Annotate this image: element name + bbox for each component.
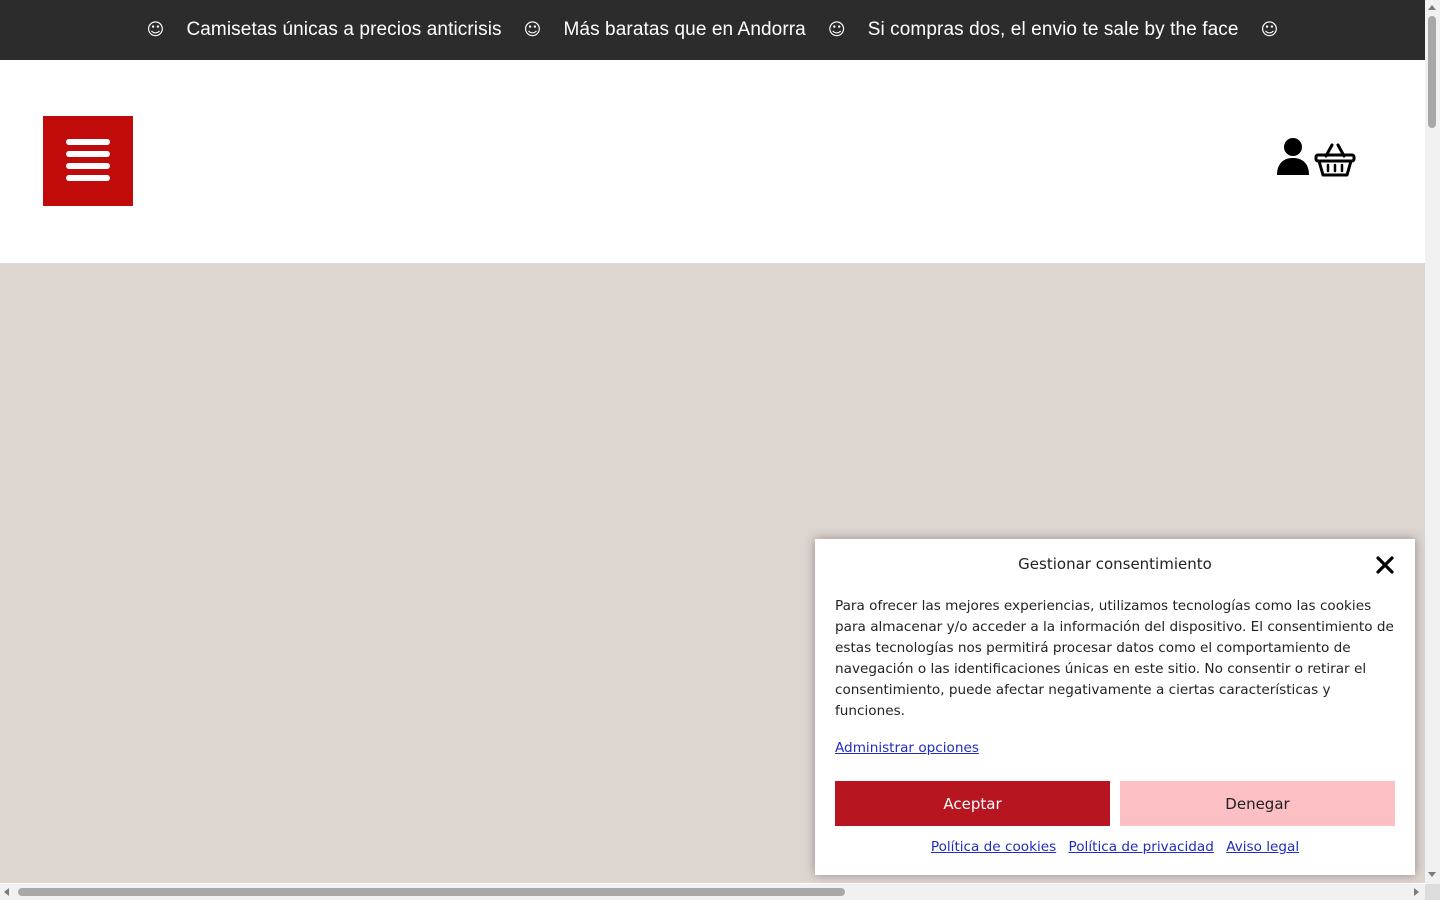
scroll-left-arrow-icon[interactable] [4,888,9,896]
cookie-dialog-title: Gestionar consentimiento [1018,555,1212,573]
announcement-message-3: Si compras dos, el envio te sale by the … [867,19,1239,40]
horizontal-scroll-thumb[interactable] [18,888,845,896]
horizontal-scrollbar[interactable] [0,884,1425,900]
privacy-policy-link[interactable]: Política de privacidad [1069,839,1214,855]
user-icon[interactable] [1276,137,1310,177]
hamburger-menu-button[interactable] [43,116,133,206]
smiley-icon: ☺ [146,20,165,40]
announcement-message-2: Más baratas que en Andorra [563,19,806,40]
vertical-scrollbar[interactable] [1425,0,1440,884]
accept-button[interactable]: Aceptar [835,781,1110,826]
hamburger-menu-icon-bar [66,163,110,169]
site-header [0,60,1425,263]
close-icon[interactable] [1375,555,1395,575]
scroll-right-arrow-icon[interactable] [1414,888,1419,896]
deny-button[interactable]: Denegar [1120,781,1395,826]
vertical-scroll-thumb[interactable] [1428,16,1436,128]
scroll-down-arrow-icon[interactable] [1428,872,1436,877]
legal-notice-link[interactable]: Aviso legal [1226,839,1299,855]
hamburger-menu-icon-bar [66,175,110,181]
cookie-consent-dialog: Gestionar consentimiento Para ofrecer la… [815,539,1415,875]
cookie-dialog-message: Para ofrecer las mejores experiencias, u… [835,598,1394,719]
manage-options-link[interactable]: Administrar opciones [835,740,979,756]
cookie-dialog-links: Política de cookies Política de privacid… [815,839,1415,855]
hamburger-menu-icon-bar [66,151,110,157]
scroll-up-arrow-icon[interactable] [1428,5,1436,10]
announcement-bar: ☺ Camisetas únicas a precios anticrisis … [0,0,1425,60]
scrollbar-corner [1425,884,1440,900]
announcement-message-1: Camisetas únicas a precios anticrisis [186,19,502,40]
cookie-policy-link[interactable]: Política de cookies [931,839,1056,855]
smiley-icon: ☺ [827,20,846,40]
shopping-basket-icon[interactable] [1314,142,1356,178]
smiley-icon: ☺ [1260,20,1279,40]
smiley-icon: ☺ [523,20,542,40]
hamburger-menu-icon [66,139,110,145]
